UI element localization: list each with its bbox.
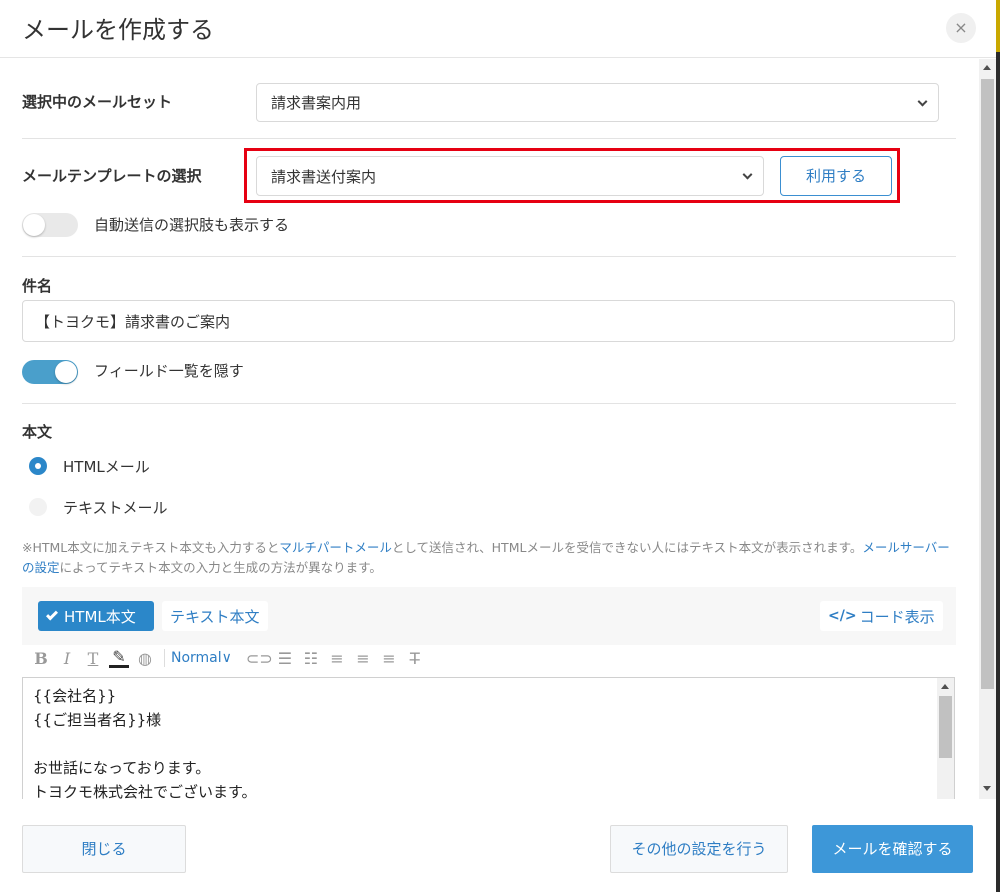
subject-input-value: 【トヨクモ】請求書のご案内 xyxy=(35,312,231,331)
close-button[interactable]: 閉じる xyxy=(22,825,186,873)
numbered-list-icon[interactable]: ☷ xyxy=(298,649,324,668)
dialog-title: メールを作成する xyxy=(22,16,214,44)
code-view-label: コード表示 xyxy=(859,607,935,626)
divider xyxy=(22,256,956,257)
scrollbar-thumb[interactable] xyxy=(981,79,994,689)
toolbar-divider xyxy=(164,649,165,667)
scroll-up-arrow-icon[interactable] xyxy=(941,684,949,689)
html-mail-radio-label[interactable]: HTMLメール xyxy=(63,456,150,477)
tab-html-body-label: HTML本文 xyxy=(64,607,136,626)
chevron-down-icon xyxy=(917,96,928,107)
subject-label: 件名 xyxy=(22,277,53,295)
template-label: メールテンプレートの選択 xyxy=(22,167,202,185)
subject-input[interactable]: 【トヨクモ】請求書のご案内 xyxy=(22,300,955,342)
editor-line: お世話になっております。 xyxy=(33,759,211,777)
body-label: 本文 xyxy=(22,423,53,441)
link-icon[interactable]: ⊂⊃ xyxy=(246,649,273,668)
body-editor[interactable]: {{会社名}} {{ご担当者名}}様 お世話になっております。 トヨクモ株式会社… xyxy=(22,677,955,799)
editor-line: トヨクモ株式会社でございます。 xyxy=(33,783,257,799)
editor-scrollbar-thumb[interactable] xyxy=(939,696,952,758)
tab-html-body[interactable]: HTML本文 xyxy=(38,601,154,631)
text-mail-radio-label[interactable]: テキストメール xyxy=(63,497,168,518)
check-icon xyxy=(45,607,59,621)
divider xyxy=(22,138,956,139)
align-right-icon[interactable]: ≡ xyxy=(376,649,402,668)
bulleted-list-icon[interactable]: ☰ xyxy=(272,649,298,668)
clear-format-icon[interactable]: T̶ xyxy=(402,649,428,668)
mailset-select[interactable]: 請求書案内用 xyxy=(256,83,939,122)
scroll-down-arrow-icon[interactable] xyxy=(983,786,991,791)
dialog-scrollbar[interactable] xyxy=(979,59,996,799)
other-settings-button[interactable]: その他の設定を行う xyxy=(610,825,788,873)
confirm-mail-button[interactable]: メールを確認する xyxy=(812,825,973,873)
highlight-annotation xyxy=(244,148,900,203)
editor-scrollbar[interactable] xyxy=(937,678,954,799)
divider xyxy=(22,403,956,404)
auto-send-toggle[interactable] xyxy=(22,213,78,237)
bold-icon[interactable]: B xyxy=(28,649,54,668)
tab-text-body[interactable]: テキスト本文 xyxy=(162,601,268,631)
dialog-header: メールを作成する × xyxy=(0,0,996,58)
multipart-note: ※HTML本文に加えテキスト本文も入力するとマルチパートメールとして送信され、H… xyxy=(22,540,950,575)
code-icon: </> xyxy=(828,608,857,624)
editor-toolbar: B I T ✎ ◍ Normal∨ ⊂⊃ ☰ ☷ ≡ ≡ ≡ T̶ xyxy=(28,647,428,669)
editor-tabs: HTML本文 テキスト本文 </> コード表示 xyxy=(22,587,956,645)
code-view-button[interactable]: </> コード表示 xyxy=(820,601,943,631)
dialog-footer: 閉じる その他の設定を行う メールを確認する xyxy=(0,800,979,892)
align-left-icon[interactable]: ≡ xyxy=(324,649,350,668)
italic-icon[interactable]: I xyxy=(54,649,80,668)
palette-icon[interactable]: ◍ xyxy=(132,649,158,668)
field-list-toggle-label: フィールド一覧を隠す xyxy=(94,362,244,380)
field-list-toggle[interactable] xyxy=(22,360,78,384)
format-select[interactable]: Normal∨ xyxy=(171,650,232,666)
text-mail-radio[interactable] xyxy=(29,498,47,516)
close-icon[interactable]: × xyxy=(946,13,976,43)
auto-send-toggle-label: 自動送信の選択肢も表示する xyxy=(94,216,290,234)
scroll-up-arrow-icon[interactable] xyxy=(983,65,991,70)
editor-line: {{会社名}} xyxy=(33,687,117,705)
multipart-mail-link[interactable]: マルチパートメール xyxy=(279,540,392,555)
html-mail-radio[interactable] xyxy=(29,457,47,475)
text-style-icon[interactable]: T xyxy=(80,649,106,668)
mailset-label: 選択中のメールセット xyxy=(22,93,173,111)
align-center-icon[interactable]: ≡ xyxy=(350,649,376,668)
window-edge xyxy=(996,0,1000,892)
highlight-pen-icon[interactable]: ✎ xyxy=(109,648,129,668)
editor-line: {{ご担当者名}}様 xyxy=(33,711,162,729)
mailset-select-value: 請求書案内用 xyxy=(271,94,362,112)
